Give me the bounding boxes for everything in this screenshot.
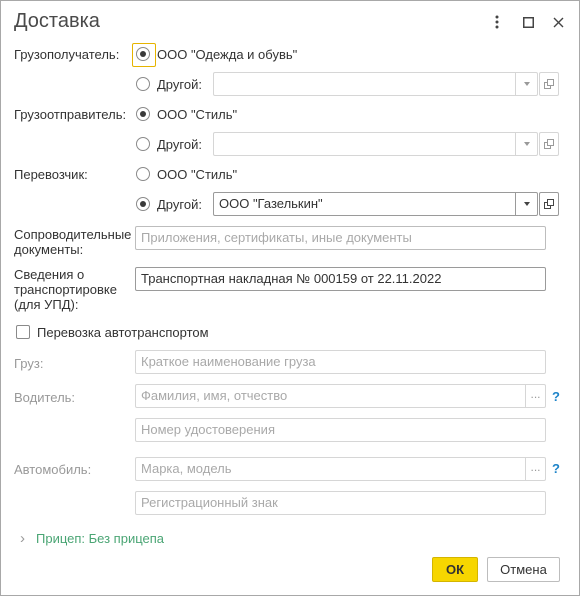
more-menu-icon[interactable] [489, 13, 505, 31]
ok-button[interactable]: ОК [432, 557, 478, 582]
cargo-label: Груз: [14, 356, 44, 371]
shipper-radio-other[interactable] [136, 137, 150, 151]
transport-info-label-line2: транспортировке [14, 282, 117, 297]
carrier-other-label: Другой: [157, 197, 202, 212]
consignee-other-field[interactable] [213, 72, 538, 96]
maximize-icon[interactable] [520, 13, 536, 31]
close-icon[interactable] [550, 13, 566, 31]
documents-label-line2: документы: [14, 242, 84, 257]
dropdown-icon[interactable] [515, 193, 537, 215]
driver-help-icon[interactable]: ? [552, 389, 560, 404]
delivery-dialog: Доставка Грузополучатель: ООО "Одежда и … [0, 0, 580, 596]
shipper-option1-label: ООО "Стиль" [157, 107, 238, 122]
transport-info-field[interactable]: Транспортная накладная № 000159 от 22.11… [135, 267, 546, 291]
transport-info-value: Транспортная накладная № 000159 от 22.11… [141, 271, 442, 286]
trailer-link[interactable]: Прицеп: Без прицепа [36, 531, 164, 546]
car-help-icon[interactable]: ? [552, 461, 560, 476]
open-form-icon[interactable] [539, 72, 559, 96]
cargo-field[interactable]: Краткое наименование груза [135, 350, 546, 374]
shipper-other-label: Другой: [157, 137, 202, 152]
transport-info-label-line3: (для УПД): [14, 297, 79, 312]
driver-label: Водитель: [14, 390, 76, 405]
shipper-radio-option1[interactable] [136, 107, 150, 121]
consignee-radio-option1[interactable] [136, 47, 150, 61]
select-button[interactable]: ... [525, 458, 545, 480]
car-label: Автомобиль: [14, 462, 92, 477]
documents-label-line1: Сопроводительные [14, 227, 132, 242]
consignee-radio-other[interactable] [136, 77, 150, 91]
transport-info-label: Сведения о транспортировке (для УПД): [14, 267, 117, 312]
cancel-button[interactable]: Отмена [487, 557, 560, 582]
chevron-right-icon[interactable]: › [20, 530, 25, 547]
driver-license-field[interactable]: Номер удостоверения [135, 418, 546, 442]
shipper-label: Грузоотправитель: [14, 107, 127, 122]
documents-label: Сопроводительные документы: [14, 227, 131, 257]
driver-name-placeholder: Фамилия, имя, отчество [141, 388, 288, 403]
dropdown-icon[interactable] [515, 133, 537, 155]
car-plate-placeholder: Регистрационный знак [141, 495, 278, 510]
carrier-option1-label: ООО "Стиль" [157, 167, 238, 182]
open-form-icon[interactable] [539, 132, 559, 156]
consignee-option1-label: ООО "Одежда и обувь" [157, 47, 298, 62]
open-form-icon[interactable] [539, 192, 559, 216]
documents-field[interactable]: Приложения, сертификаты, иные документы [135, 226, 546, 250]
car-plate-field[interactable]: Регистрационный знак [135, 491, 546, 515]
driver-name-field[interactable]: Фамилия, имя, отчество ... [135, 384, 546, 408]
shipper-other-field[interactable] [213, 132, 538, 156]
select-button[interactable]: ... [525, 385, 545, 407]
by-vehicle-label: Перевозка автотранспортом [37, 325, 209, 340]
dropdown-icon[interactable] [515, 73, 537, 95]
cargo-placeholder: Краткое наименование груза [141, 354, 316, 369]
consignee-label: Грузополучатель: [14, 47, 120, 62]
carrier-other-field[interactable]: ООО "Газелькин" [213, 192, 538, 216]
driver-license-placeholder: Номер удостоверения [141, 422, 275, 437]
documents-placeholder: Приложения, сертификаты, иные документы [141, 230, 412, 245]
car-model-placeholder: Марка, модель [141, 461, 232, 476]
carrier-other-value: ООО "Газелькин" [219, 196, 323, 211]
by-vehicle-checkbox[interactable] [16, 325, 30, 339]
transport-info-label-line1: Сведения о [14, 267, 85, 282]
carrier-radio-other[interactable] [136, 197, 150, 211]
dialog-title: Доставка [14, 10, 100, 32]
car-model-field[interactable]: Марка, модель ... [135, 457, 546, 481]
carrier-radio-option1[interactable] [136, 167, 150, 181]
carrier-label: Перевозчик: [14, 167, 88, 182]
consignee-other-label: Другой: [157, 77, 202, 92]
